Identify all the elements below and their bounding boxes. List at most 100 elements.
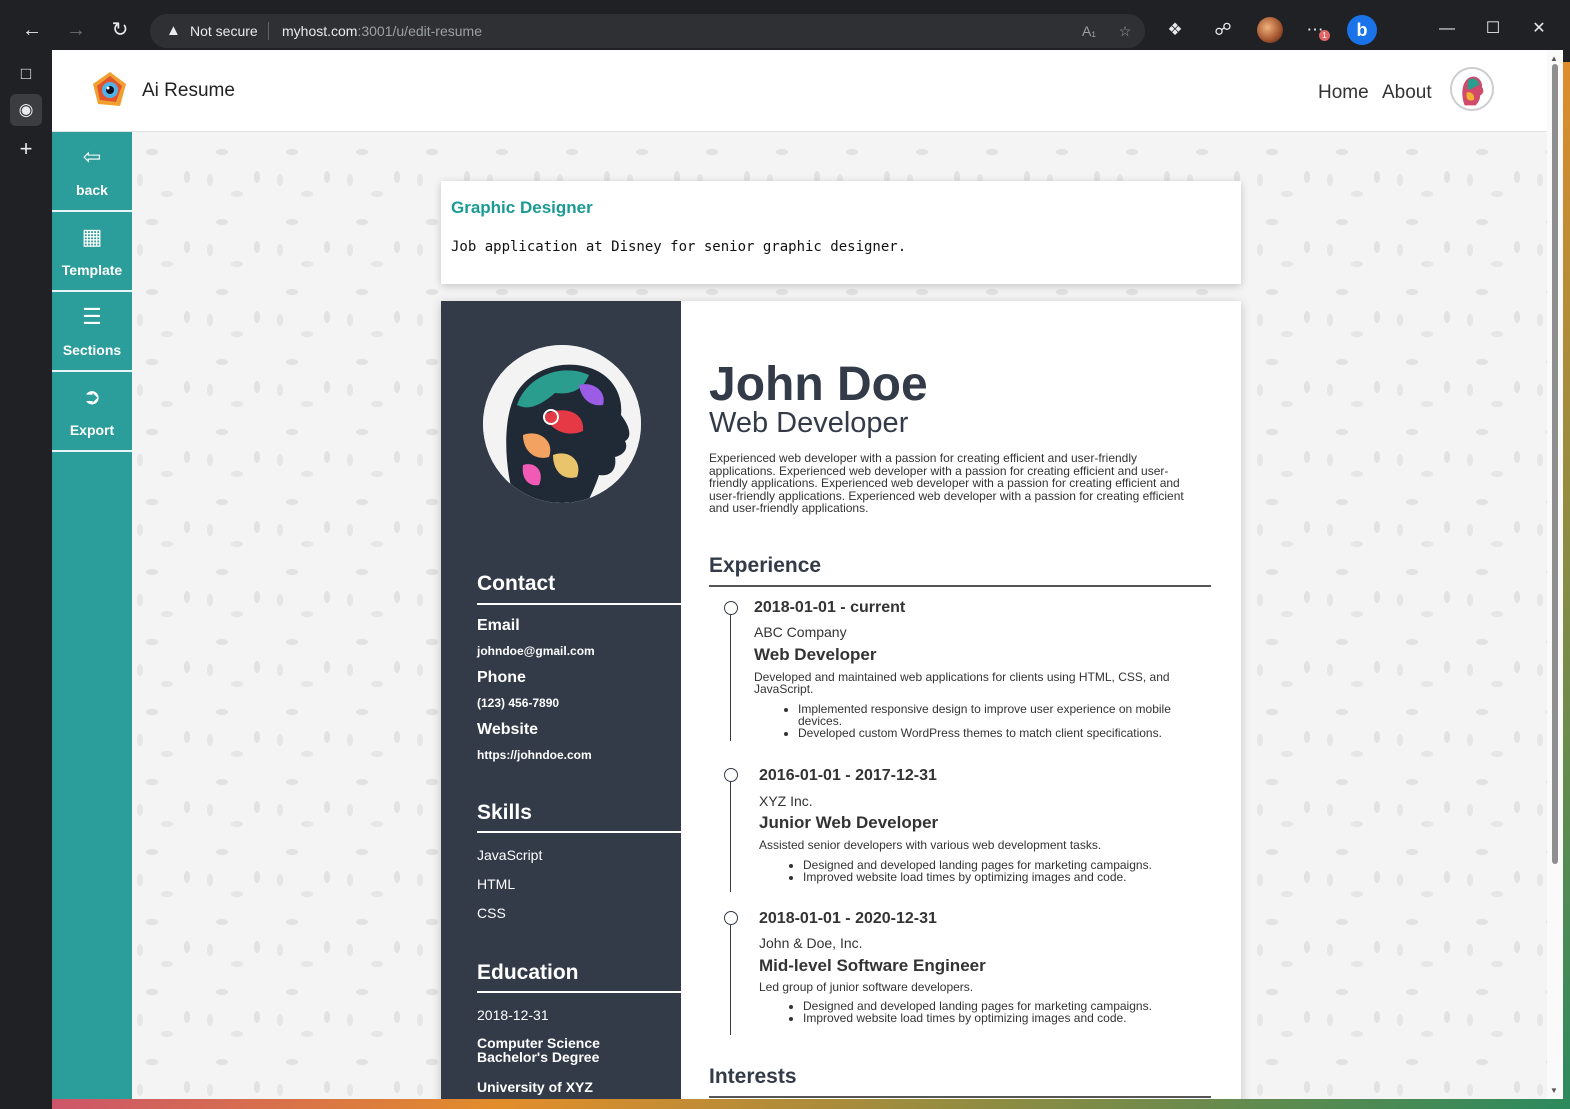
maximize-icon[interactable]: ☐: [1478, 16, 1508, 42]
skill-item[interactable]: CSS: [477, 905, 506, 921]
experience-description: Assisted senior developers with various …: [759, 838, 1102, 852]
phone-label: Phone: [477, 669, 526, 686]
resume-main: John Doe Web Developer Experienced web d…: [681, 301, 1241, 1099]
extensions-icon[interactable]: ❖: [1162, 17, 1188, 43]
skill-item[interactable]: JavaScript: [477, 847, 542, 863]
education-heading: Education: [477, 961, 579, 984]
minimize-icon[interactable]: —: [1432, 16, 1462, 42]
notification-badge: 1: [1319, 30, 1330, 41]
close-icon[interactable]: ✕: [1524, 16, 1554, 42]
new-tab-icon[interactable]: +: [12, 135, 40, 163]
experience-bullet: Implemented responsive design to improve…: [798, 703, 1174, 727]
timeline-line: [730, 782, 731, 892]
resume-name[interactable]: John Doe: [709, 357, 928, 412]
experience-bullets: Designed and developed landing pages for…: [759, 1000, 1179, 1024]
experience-bullets: Implemented responsive design to improve…: [754, 703, 1174, 739]
experience-date: 2018-01-01 - current: [754, 599, 906, 616]
skill-item[interactable]: HTML: [477, 876, 515, 892]
experience-company: XYZ Inc.: [759, 793, 813, 809]
sidemenu-label: Sections: [62, 342, 122, 358]
experience-item[interactable]: 2016-01-01 - 2017-12-31 XYZ Inc. Junior …: [709, 765, 1209, 895]
timeline-line: [730, 615, 731, 741]
url-host: myhost.com: [282, 23, 358, 39]
experience-item[interactable]: 2018-01-01 - 2020-12-31 John & Doe, Inc.…: [709, 908, 1209, 1038]
export-icon: ➲: [82, 384, 102, 409]
address-bar[interactable]: ▲ Not secure myhost.com:3001/u/edit-resu…: [150, 14, 1145, 48]
timeline-line: [730, 925, 731, 1035]
experience-title: Web Developer: [754, 645, 877, 664]
phone-value[interactable]: (123) 456-7890: [477, 696, 559, 710]
contact-heading: Contact: [477, 572, 556, 595]
scroll-up-icon[interactable]: ▲: [1550, 54, 1558, 63]
skills-divider: [477, 831, 681, 833]
website-value[interactable]: https://johndoe.com: [477, 748, 592, 762]
user-avatar[interactable]: [1450, 67, 1494, 111]
contact-divider: [477, 603, 681, 605]
app-title[interactable]: Ai Resume: [142, 80, 235, 102]
education-date[interactable]: 2018-12-31: [477, 1007, 549, 1023]
sidemenu-export-button[interactable]: ➲ Export: [52, 372, 132, 452]
experience-divider: [709, 585, 1211, 587]
sidemenu-template-button[interactable]: ▦ Template: [52, 212, 132, 292]
job-card[interactable]: Graphic Designer Job application at Disn…: [441, 181, 1241, 284]
sidemenu-back-button[interactable]: ⇦ back: [52, 132, 132, 212]
arrow-back-icon: ⇦: [82, 144, 102, 169]
profile-avatar[interactable]: [1257, 17, 1283, 43]
list-icon: ☰: [82, 304, 102, 329]
interests-heading: Interests: [709, 1065, 797, 1088]
url-path: :3001/u/edit-resume: [357, 23, 482, 39]
warning-icon: ▲: [166, 22, 181, 39]
education-school[interactable]: University of XYZ: [477, 1079, 593, 1095]
nav-home-link[interactable]: Home: [1318, 82, 1369, 104]
timeline-dot: [724, 601, 738, 615]
page-scrollbar[interactable]: ▲ ▼: [1547, 50, 1563, 1099]
profile-photo[interactable]: [483, 345, 641, 503]
scrollbar-thumb[interactable]: [1552, 64, 1558, 864]
scroll-down-icon[interactable]: ▼: [1550, 1086, 1558, 1095]
url-text[interactable]: myhost.com:3001/u/edit-resume: [282, 23, 482, 39]
favorite-add-icon[interactable]: ☆: [1115, 21, 1135, 41]
experience-item[interactable]: 2018-01-01 - current ABC Company Web Dev…: [709, 597, 1209, 747]
interests-divider: [709, 1096, 1211, 1098]
forward-arrow-icon[interactable]: →: [62, 16, 90, 44]
template-icon: ▦: [81, 224, 103, 249]
experience-date: 2016-01-01 - 2017-12-31: [759, 767, 937, 784]
side-menu: ⇦ back ▦ Template ☰ Sections ➲ Export: [52, 132, 132, 1099]
copilot-icon[interactable]: b: [1347, 15, 1377, 45]
timeline-dot: [724, 768, 738, 782]
experience-bullets: Designed and developed landing pages for…: [759, 859, 1179, 883]
browser-essentials-icon[interactable]: ☍: [1210, 17, 1236, 43]
browser-window: ← → ↻ ▲ Not secure myhost.com:3001/u/edi…: [0, 0, 1570, 1109]
education-divider: [477, 991, 681, 993]
experience-title: Junior Web Developer: [759, 813, 939, 832]
address-divider: [268, 22, 269, 40]
job-description[interactable]: Job application at Disney for senior gra…: [451, 239, 906, 255]
nav-about-link[interactable]: About: [1382, 82, 1432, 104]
sidemenu-sections-button[interactable]: ☰ Sections: [52, 292, 132, 372]
email-value[interactable]: johndoe@gmail.com: [477, 644, 595, 658]
back-arrow-icon[interactable]: ←: [18, 16, 46, 44]
education-degree[interactable]: Computer Science Bachelor's Degree: [477, 1036, 627, 1064]
tab-actions-icon[interactable]: □: [12, 60, 40, 88]
experience-company: ABC Company: [754, 624, 847, 640]
reload-icon[interactable]: ↻: [106, 16, 134, 44]
experience-bullet: Improved website load times by optimizin…: [803, 1012, 1179, 1024]
sidemenu-label: back: [76, 182, 108, 198]
experience-bullet: Developed custom WordPress themes to mat…: [798, 727, 1174, 739]
resume-summary[interactable]: Experienced web developer with a passion…: [709, 452, 1199, 515]
app-header: Ai Resume Home About: [52, 50, 1547, 132]
experience-heading: Experience: [709, 554, 822, 577]
job-title[interactable]: Graphic Designer: [451, 198, 593, 218]
vertical-tab-strip: □ ◉ +: [0, 50, 52, 1109]
experience-description: Led group of junior software developers.: [759, 980, 974, 994]
website-label: Website: [477, 721, 539, 738]
experience-title: Mid-level Software Engineer: [759, 956, 986, 975]
skills-heading: Skills: [477, 801, 532, 824]
experience-bullet: Improved website load times by optimizin…: [803, 871, 1179, 883]
resume-role[interactable]: Web Developer: [709, 407, 908, 440]
timeline-dot: [724, 911, 738, 925]
security-label[interactable]: Not secure: [190, 23, 258, 39]
email-label: Email: [477, 617, 520, 634]
read-aloud-icon[interactable]: A₁: [1079, 21, 1099, 41]
ai-resume-logo-icon[interactable]: [90, 70, 130, 110]
